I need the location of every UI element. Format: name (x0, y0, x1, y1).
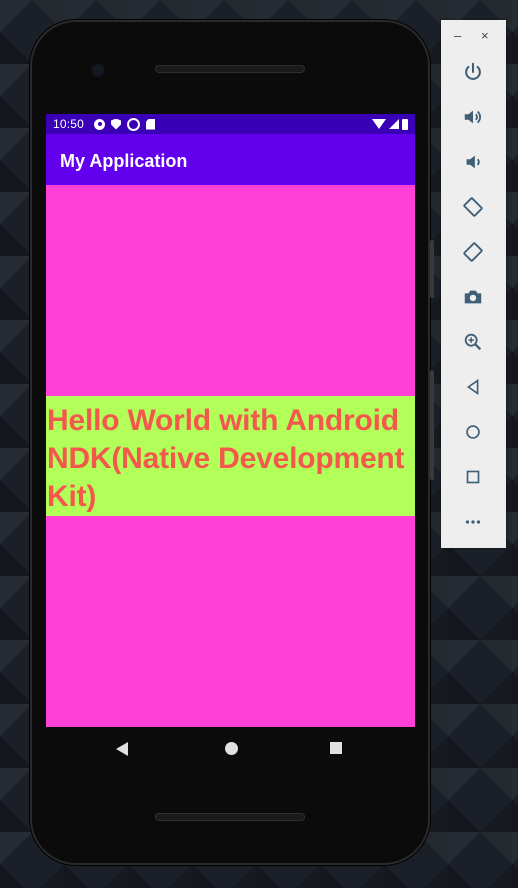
rotate-right-icon[interactable] (459, 238, 487, 266)
volume-down-icon[interactable] (459, 148, 487, 176)
minimize-button[interactable]: – (454, 28, 461, 43)
status-time: 10:50 (53, 117, 85, 131)
home-icon[interactable] (459, 418, 487, 446)
app-bar: My Application (46, 134, 415, 185)
hello-text: Hello World with Android NDK(Native Deve… (47, 404, 405, 513)
sync-icon (127, 117, 141, 131)
nav-recents-icon[interactable] (330, 742, 342, 754)
side-volume-button[interactable] (430, 370, 434, 480)
overview-icon[interactable] (459, 463, 487, 491)
emulator-toolbar: – × (441, 20, 506, 548)
shield-icon (111, 118, 122, 130)
device-screen: 10:50 My Application Hello World with An… (46, 114, 415, 727)
nav-back-icon[interactable] (116, 742, 128, 756)
more-icon[interactable] (459, 508, 487, 536)
volume-up-icon[interactable] (459, 103, 487, 131)
side-power-button[interactable] (430, 240, 434, 298)
status-bar: 10:50 (46, 114, 415, 134)
camera-icon[interactable] (459, 283, 487, 311)
signal-icon (389, 119, 399, 129)
zoom-icon[interactable] (459, 328, 487, 356)
hello-text-view: Hello World with Android NDK(Native Deve… (46, 396, 415, 516)
close-button[interactable]: × (481, 28, 489, 43)
wifi-icon (372, 119, 386, 129)
top-speaker (155, 65, 305, 73)
nav-home-icon[interactable] (225, 742, 238, 755)
battery-icon (402, 118, 408, 130)
sd-card-icon (146, 118, 156, 130)
settings-icon (94, 118, 106, 130)
back-icon[interactable] (459, 373, 487, 401)
power-icon[interactable] (459, 58, 487, 86)
front-camera (90, 62, 106, 78)
phone-device: 10:50 My Application Hello World with An… (30, 20, 434, 865)
bottom-speaker (155, 813, 305, 821)
app-title: My Application (60, 151, 188, 171)
navigation-bar (46, 727, 415, 769)
rotate-left-icon[interactable] (459, 193, 487, 221)
